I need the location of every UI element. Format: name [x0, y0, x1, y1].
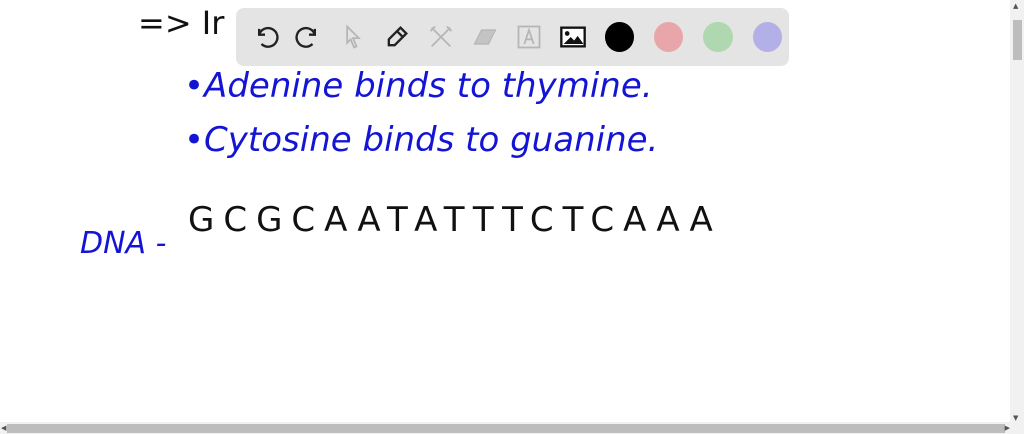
tools-button[interactable]: [422, 17, 460, 57]
eraser-button[interactable]: [466, 17, 504, 57]
scroll-right-icon[interactable]: ▶: [1005, 424, 1010, 432]
redo-button[interactable]: [290, 17, 328, 57]
undo-button[interactable]: [246, 17, 284, 57]
redo-icon: [295, 26, 316, 48]
bullet-adenine: •Adenine binds to thymine.: [184, 66, 653, 106]
dna-sequence: GCGCAATATTTCTCAAA: [188, 200, 722, 240]
scroll-up-icon[interactable]: ▲: [1013, 2, 1018, 10]
heading-text: => Ir: [138, 4, 225, 42]
color-black[interactable]: [605, 22, 635, 52]
select-icon: [346, 24, 361, 49]
scroll-left-icon[interactable]: ◀: [1, 424, 6, 432]
drawing-toolbar: [236, 8, 789, 66]
tools-icon: [429, 25, 453, 47]
pen-icon: [387, 26, 408, 47]
text-icon: [517, 25, 541, 49]
text-button[interactable]: [510, 17, 548, 57]
vertical-scrollbar[interactable]: ▲ ▼: [1010, 0, 1024, 422]
pen-button[interactable]: [378, 17, 416, 57]
scroll-down-icon[interactable]: ▼: [1013, 414, 1018, 422]
color-purple[interactable]: [752, 22, 782, 52]
color-green[interactable]: [703, 22, 733, 52]
horizontal-scroll-thumb[interactable]: [7, 424, 1005, 433]
dna-label: DNA -: [80, 226, 167, 261]
select-button[interactable]: [334, 17, 372, 57]
horizontal-scrollbar[interactable]: ◀ ▶: [0, 422, 1024, 434]
image-icon: [560, 26, 586, 48]
color-pink[interactable]: [654, 22, 684, 52]
image-button[interactable]: [554, 17, 592, 57]
bullet-cytosine: •Cytosine binds to guanine.: [184, 120, 659, 160]
vertical-scroll-thumb[interactable]: [1013, 20, 1022, 60]
undo-icon: [258, 26, 279, 48]
eraser-icon: [473, 29, 497, 45]
